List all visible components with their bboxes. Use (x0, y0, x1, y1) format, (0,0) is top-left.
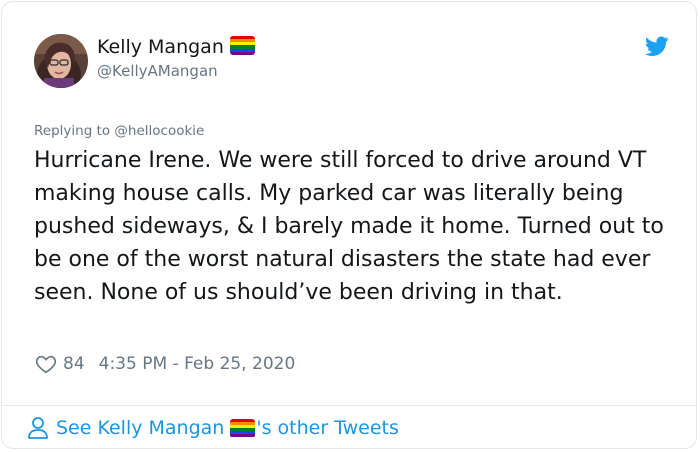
divider (2, 405, 696, 406)
see-suffix: 's other Tweets (256, 417, 399, 439)
tweet-card: Kelly Mangan @KellyAMangan Replying to @… (1, 1, 697, 449)
avatar[interactable] (34, 34, 88, 88)
author-handle[interactable]: @KellyAMangan (97, 62, 218, 80)
rainbow-flag-icon (229, 36, 255, 55)
see-other-tweets-link[interactable]: See Kelly Mangan 's other Tweets (27, 416, 399, 440)
timestamp[interactable]: 4:35 PM - Feb 25, 2020 (99, 354, 296, 374)
rainbow-flag-icon (230, 418, 256, 438)
author-name[interactable]: Kelly Mangan (97, 36, 255, 58)
like-count[interactable]: 84 (63, 354, 85, 374)
person-icon (28, 417, 48, 439)
tweet-text: Hurricane Irene. We were still forced to… (34, 148, 664, 305)
reply-context: Replying to @hellocookie (34, 123, 204, 139)
see-prefix: See Kelly Mangan (56, 417, 225, 439)
tweet-meta: 84 4:35 PM - Feb 25, 2020 (35, 353, 295, 375)
author-name-text: Kelly Mangan (97, 36, 224, 58)
twitter-bird-icon[interactable] (645, 36, 669, 57)
reply-to-link[interactable]: @hellocookie (114, 123, 204, 139)
reply-prefix: Replying to (34, 123, 111, 139)
heart-icon[interactable] (35, 353, 57, 375)
